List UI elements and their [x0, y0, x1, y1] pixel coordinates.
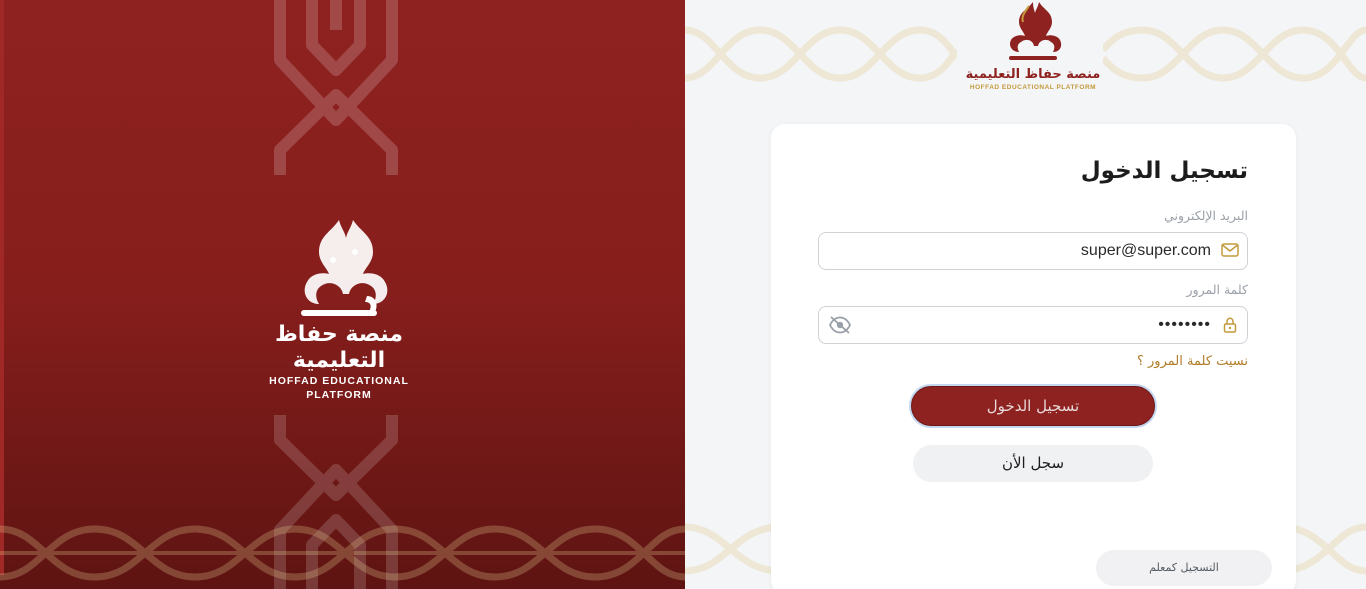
- knot-pattern-top: [274, 0, 398, 175]
- register-as-teacher-button[interactable]: التسجيل كمعلم: [1096, 550, 1272, 586]
- password-input[interactable]: [851, 307, 1211, 343]
- login-card: تسجيل الدخول البريد الإلكتروني كلمة المر…: [771, 124, 1296, 589]
- password-label: كلمة المرور: [1186, 282, 1248, 297]
- eye-slash-icon[interactable]: [828, 316, 852, 334]
- forgot-password-link[interactable]: نسيت كلمة المرور ؟: [1137, 354, 1248, 369]
- brand-logo-large: منصة حفاظ التعليمية HOFFAD EDUCATIONAL P…: [236, 218, 442, 401]
- brand-logo-mark-small: [1009, 2, 1062, 60]
- mail-icon: [1221, 243, 1239, 257]
- brand-name-english-small: HOFFAD EDUCATIONAL PLATFORM: [969, 84, 1097, 91]
- brand-name-arabic: منصة حفاظ التعليمية: [274, 322, 404, 373]
- knot-band-left: [0, 525, 685, 581]
- email-input[interactable]: [851, 233, 1211, 269]
- panel-edge: [0, 0, 4, 575]
- brand-logo-small: منصة حفاظ التعليمية HOFFAD EDUCATIONAL P…: [963, 0, 1103, 96]
- email-label: البريد الإلكتروني: [1164, 208, 1248, 223]
- login-button[interactable]: تسجيل الدخول: [911, 386, 1155, 426]
- brand-name-english: HOFFAD EDUCATIONAL PLATFORM: [269, 375, 409, 401]
- register-now-button[interactable]: سجل الأن: [913, 445, 1153, 482]
- email-field-wrapper: [818, 232, 1248, 270]
- login-panel: منصة حفاظ التعليمية HOFFAD EDUCATIONAL P…: [685, 0, 1366, 589]
- brand-panel: منصة حفاظ التعليمية HOFFAD EDUCATIONAL P…: [0, 0, 685, 589]
- password-field-wrapper: [818, 306, 1248, 344]
- knot-band-top-left: [685, 26, 957, 82]
- lock-icon: [1223, 317, 1237, 333]
- login-title: تسجيل الدخول: [1080, 158, 1248, 184]
- knot-band-top-right: [1103, 26, 1366, 82]
- brand-logo-mark: [301, 220, 388, 316]
- brand-name-arabic-small: منصة حفاظ التعليمية: [965, 67, 1101, 82]
